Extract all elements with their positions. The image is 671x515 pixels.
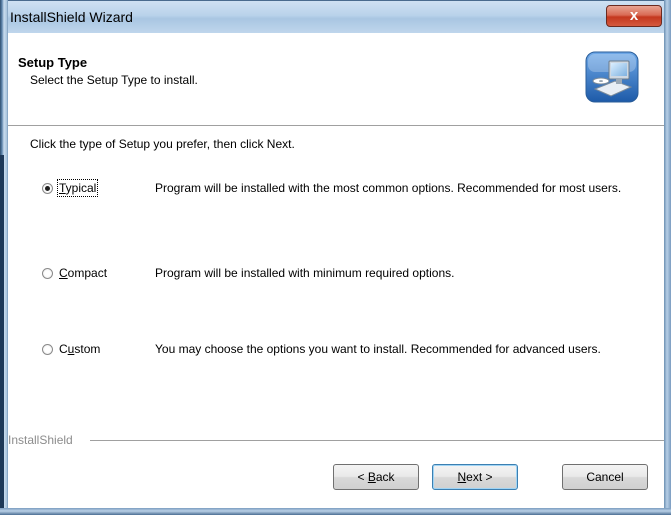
window-title: InstallShield Wizard <box>10 9 133 25</box>
page-title: Setup Type <box>18 55 88 70</box>
window-frame-right <box>664 0 671 515</box>
window-frame-bottom <box>0 508 671 515</box>
installer-computer-icon <box>585 51 639 103</box>
close-button[interactable]: x <box>606 5 662 27</box>
page-subtitle: Select the Setup Type to install. <box>30 73 198 87</box>
title-bar[interactable]: InstallShield Wizard x <box>0 0 671 33</box>
next-button[interactable]: Next > <box>432 464 518 490</box>
close-icon: x <box>629 7 639 24</box>
option-description-custom: You may choose the options you want to i… <box>155 342 601 356</box>
installshield-brand-label: InstallShield <box>8 433 73 447</box>
option-label-compact[interactable]: Compact <box>59 266 107 280</box>
radio-compact[interactable] <box>42 268 53 279</box>
instruction-text: Click the type of Setup you prefer, then… <box>30 137 295 151</box>
option-label-custom[interactable]: Custom <box>59 342 100 356</box>
option-label-typical[interactable]: Typical <box>56 179 99 197</box>
footer-divider-highlight <box>90 441 664 442</box>
option-description-compact: Program will be installed with minimum r… <box>155 266 455 280</box>
back-button[interactable]: < Back <box>333 464 419 490</box>
wizard-header: Setup Type Select the Setup Type to inst… <box>8 33 664 126</box>
wizard-body: Click the type of Setup you prefer, then… <box>8 127 664 508</box>
option-description-typical: Program will be installed with the most … <box>155 181 622 195</box>
wizard-client-area: Setup Type Select the Setup Type to inst… <box>8 33 664 508</box>
radio-typical[interactable] <box>42 183 53 194</box>
cancel-button[interactable]: Cancel <box>562 464 648 490</box>
installshield-window: InstallShield Wizard x Setup Type Select… <box>0 0 671 515</box>
window-frame-left-shadow <box>0 155 4 515</box>
radio-custom[interactable] <box>42 344 53 355</box>
radio-selected-dot <box>45 186 50 191</box>
